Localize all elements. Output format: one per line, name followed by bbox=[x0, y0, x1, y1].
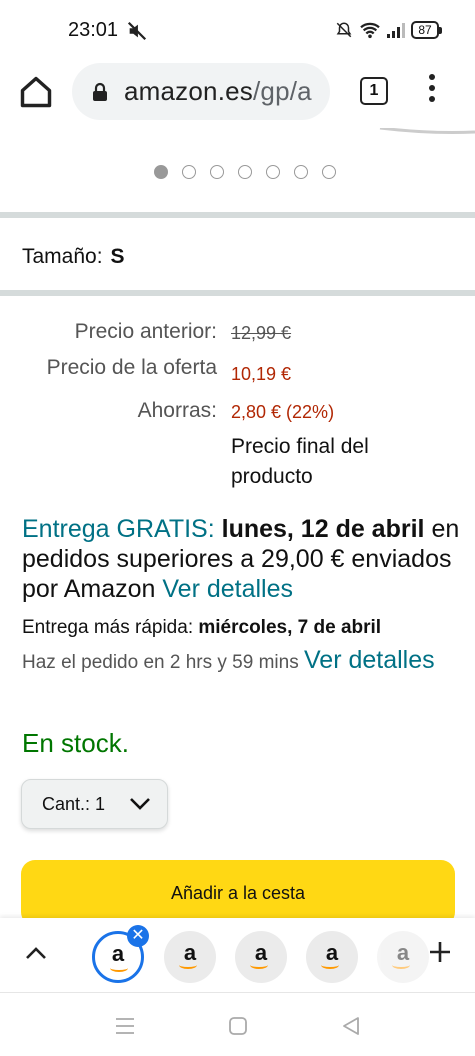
tab-amazon[interactable]: a bbox=[377, 931, 429, 983]
browser-toolbar: amazon.es/gp/a 1 bbox=[0, 60, 475, 128]
fast-delivery-label: Entrega más rápida: bbox=[22, 617, 194, 638]
wifi-icon bbox=[360, 22, 380, 39]
tab-amazon[interactable]: a bbox=[306, 931, 358, 983]
close-tab-icon[interactable]: ✕ bbox=[127, 925, 149, 947]
free-delivery-label: Entrega GRATIS: bbox=[22, 515, 215, 543]
new-tab-icon[interactable] bbox=[428, 940, 452, 964]
recents-menu-icon[interactable] bbox=[114, 1015, 136, 1037]
carousel-indicator[interactable] bbox=[0, 165, 475, 179]
size-selection[interactable]: Tamaño: S bbox=[22, 245, 125, 269]
delivery-details-link[interactable]: Ver detalles bbox=[162, 575, 293, 603]
offer-price-value: 10,19 € bbox=[231, 364, 292, 384]
chevron-up-icon[interactable] bbox=[24, 945, 48, 961]
carousel-dot[interactable] bbox=[181, 165, 196, 179]
previous-price-value: 12,99 € bbox=[231, 323, 292, 343]
battery-indicator: 87 bbox=[411, 21, 442, 39]
quantity-label: Cant.: bbox=[42, 794, 91, 814]
order-deadline-text: Haz el pedido en 2 hrs y 59 mins bbox=[22, 652, 299, 673]
size-label: Tamaño: bbox=[22, 245, 103, 268]
amazon-logo-icon: a bbox=[111, 941, 125, 966]
delivery-date: lunes, 12 de abril bbox=[221, 515, 425, 543]
mute-icon bbox=[127, 21, 147, 41]
address-bar[interactable]: amazon.es/gp/a bbox=[72, 63, 330, 120]
url-text: amazon.es/gp/a bbox=[124, 76, 312, 107]
order-details-link[interactable]: Ver detalles bbox=[304, 646, 435, 674]
carousel-dot[interactable] bbox=[209, 165, 224, 179]
tab-strip: a ✕ a a a a bbox=[0, 918, 475, 992]
fast-delivery: Entrega más rápida: miércoles, 7 de abri… bbox=[22, 617, 462, 639]
fast-delivery-date: miércoles, 7 de abril bbox=[198, 617, 382, 638]
section-divider bbox=[0, 290, 475, 296]
url-path: /gp/a bbox=[252, 76, 312, 106]
tab-switcher-button[interactable]: 1 bbox=[360, 77, 388, 105]
carousel-dot[interactable] bbox=[237, 165, 252, 179]
final-price-note: Precio final del producto bbox=[231, 435, 369, 488]
delivery-info: Entrega GRATIS: lunes, 12 de abril en pe… bbox=[22, 514, 462, 604]
offer-price-label: Precio de la oferta bbox=[46, 356, 217, 379]
tab-amazon[interactable]: a bbox=[164, 931, 216, 983]
carousel-dot[interactable] bbox=[265, 165, 280, 179]
savings-label: Ahorras: bbox=[137, 399, 217, 422]
home-nav-icon[interactable] bbox=[227, 1015, 249, 1037]
back-nav-icon[interactable] bbox=[340, 1015, 362, 1037]
quantity-value: 1 bbox=[95, 794, 106, 814]
quantity-dropdown[interactable]: Cant.: 1 bbox=[21, 779, 168, 829]
size-value: S bbox=[110, 245, 125, 268]
savings-value: 2,80 € (22%) bbox=[231, 402, 335, 422]
url-domain: amazon.es bbox=[124, 76, 253, 106]
section-divider bbox=[0, 212, 475, 218]
stock-status: En stock. bbox=[22, 728, 129, 758]
carousel-dot[interactable] bbox=[293, 165, 308, 179]
product-image-edge bbox=[379, 128, 475, 134]
carousel-dot[interactable] bbox=[153, 165, 168, 179]
bell-off-icon bbox=[336, 22, 352, 38]
more-menu-icon[interactable] bbox=[424, 74, 440, 108]
tab-amazon[interactable]: a bbox=[235, 931, 287, 983]
previous-price-label: Precio anterior: bbox=[74, 320, 217, 343]
signal-icon bbox=[387, 23, 405, 38]
status-time: 23:01 bbox=[68, 19, 119, 41]
order-deadline: Haz el pedido en 2 hrs y 59 mins Ver det… bbox=[22, 645, 462, 678]
carousel-dot[interactable] bbox=[321, 165, 336, 179]
chevron-down-icon bbox=[130, 798, 150, 810]
home-icon[interactable] bbox=[18, 74, 54, 110]
system-nav-bar bbox=[0, 992, 475, 1056]
lock-icon[interactable] bbox=[92, 82, 108, 102]
status-bar: 23:01 87 bbox=[0, 0, 475, 60]
add-to-cart-button[interactable]: Añadir a la cesta bbox=[21, 860, 455, 926]
